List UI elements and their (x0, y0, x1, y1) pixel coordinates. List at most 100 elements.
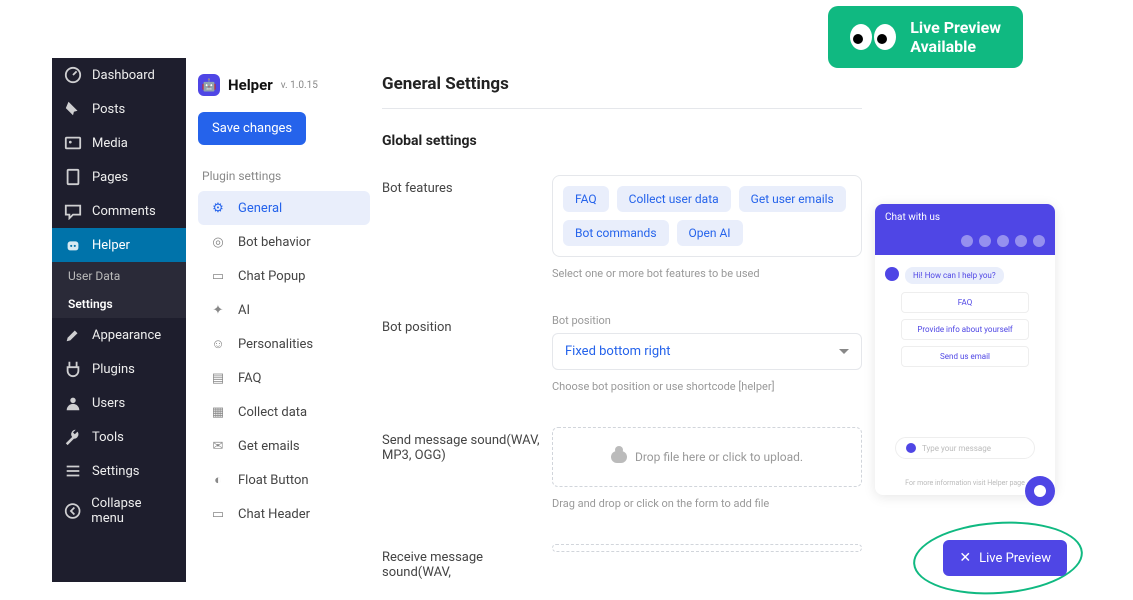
close-icon: ✕ (959, 550, 971, 566)
input-dot-icon (906, 443, 916, 453)
row-recv-sound: Receive message sound(WAV, (382, 544, 862, 580)
help-text: Select one or more bot features to be us… (552, 267, 862, 280)
sidebar-item-comments[interactable]: Comments (52, 194, 186, 228)
sidebar-item-posts[interactable]: Posts (52, 92, 186, 126)
live-preview-badge: Live PreviewAvailable (828, 6, 1023, 68)
plugin-nav-bot-behavior[interactable]: ◎ Bot behavior (198, 225, 370, 259)
plugin-section-heading: Plugin settings (202, 169, 366, 183)
chip-open-ai[interactable]: Open AI (677, 220, 743, 246)
select-value: Fixed bottom right (565, 344, 671, 359)
chat-fab-icon (1034, 485, 1046, 497)
plugin-nav-personalities[interactable]: ☺ Personalities (198, 327, 370, 361)
nav-icon: ▭ (210, 506, 226, 522)
field-label: Bot position (552, 314, 862, 327)
chat-social-row (875, 231, 1055, 255)
sidebar-sub-userdata[interactable]: User Data (52, 262, 186, 290)
user-icon (64, 394, 82, 412)
chat-option-info[interactable]: Provide info about yourself (901, 319, 1029, 340)
sidebar-item-settings[interactable]: Settings (52, 454, 186, 488)
brush-icon (64, 326, 82, 344)
nav-icon: ▦ (210, 404, 226, 420)
sidebar-label: Collapse menu (91, 496, 174, 526)
bot-bubble: Hi! How can I help you? (905, 267, 1004, 284)
bot-position-select[interactable]: Fixed bottom right (552, 333, 862, 370)
sidebar-item-collapse[interactable]: Collapse menu (52, 488, 186, 534)
nav-label: Personalities (238, 337, 313, 352)
collapse-icon (64, 502, 81, 520)
chip-faq[interactable]: FAQ (563, 186, 609, 212)
dashboard-icon (64, 66, 82, 84)
nav-label: Chat Popup (238, 269, 305, 284)
sidebar-label: Settings (92, 464, 139, 479)
sidebar-item-tools[interactable]: Tools (52, 420, 186, 454)
chip-get-user-emails[interactable]: Get user emails (739, 186, 846, 212)
live-preview-button[interactable]: ✕ Live Preview (943, 540, 1067, 576)
social-icon[interactable] (997, 235, 1009, 247)
chat-fab-button[interactable] (1025, 476, 1055, 506)
sidebar-label: Plugins (92, 362, 135, 377)
sidebar-item-dashboard[interactable]: Dashboard (52, 58, 186, 92)
nav-icon: ▭ (210, 268, 226, 284)
row-bot-position: Bot position Bot position Fixed bottom r… (382, 314, 862, 393)
plugin-nav-ai[interactable]: ✦AI (198, 293, 370, 327)
sidebar-label: Comments (92, 204, 156, 219)
chip-collect-user-data[interactable]: Collect user data (617, 186, 731, 212)
sliders-icon (64, 462, 82, 480)
social-icon[interactable] (1015, 235, 1027, 247)
sidebar-item-helper[interactable]: Helper (52, 228, 186, 262)
sidebar-item-media[interactable]: Media (52, 126, 186, 160)
divider (382, 108, 862, 109)
nav-label: Bot behavior (238, 235, 311, 250)
sidebar-label: Pages (92, 170, 128, 185)
social-icon[interactable] (1033, 235, 1045, 247)
plugin-nav-general[interactable]: ⚙General (198, 191, 370, 225)
plug-icon (64, 360, 82, 378)
label-recv-sound: Receive message sound(WAV, (382, 544, 552, 580)
badge-text: Live PreviewAvailable (910, 18, 1001, 56)
chat-option-email[interactable]: Send us email (901, 346, 1029, 367)
sidebar-label: Appearance (92, 328, 161, 343)
pin-icon (64, 100, 82, 118)
bot-icon (64, 236, 82, 254)
sidebar-label: Posts (92, 102, 125, 117)
chevron-down-icon (839, 349, 849, 354)
sidebar-item-appearance[interactable]: Appearance (52, 318, 186, 352)
sidebar-item-pages[interactable]: Pages (52, 160, 186, 194)
chat-body: Hi! How can I help you? FAQ Provide info… (875, 255, 1055, 479)
plugin-header: 🤖 Helper v. 1.0.15 (198, 74, 370, 96)
help-text: Choose bot position or use shortcode [he… (552, 380, 862, 393)
nav-icon: ◎ (210, 234, 226, 250)
send-sound-dropzone[interactable]: Drop file here or click to upload. (552, 427, 862, 487)
nav-label: Chat Header (238, 507, 310, 522)
nav-label: Collect data (238, 405, 307, 420)
chip-bot-commands[interactable]: Bot commands (563, 220, 669, 246)
sidebar-sub-settings[interactable]: Settings (52, 290, 186, 318)
sidebar-label: Dashboard (92, 68, 155, 83)
plugin-nav-collect-data[interactable]: ▦ Collect data (198, 395, 370, 429)
media-icon (64, 134, 82, 152)
nav-icon: ⚙ (210, 200, 226, 216)
help-text: Drag and drop or click on the form to ad… (552, 497, 862, 510)
plugin-nav-chat-header[interactable]: ▭ Chat Header (198, 497, 370, 531)
bot-features-chips[interactable]: FAQ Collect user data Get user emails Bot c… (552, 175, 862, 257)
page-title: General Settings (382, 74, 862, 94)
social-icon[interactable] (961, 235, 973, 247)
chat-option-faq[interactable]: FAQ (901, 292, 1029, 313)
nav-icon: ☺ (210, 336, 226, 352)
social-icon[interactable] (979, 235, 991, 247)
plugin-nav-get-emails[interactable]: ✉Get emails (198, 429, 370, 463)
plugin-settings-panel: 🤖 Helper v. 1.0.15 Save changes Plugin s… (186, 58, 382, 547)
chat-input[interactable]: Type your message (895, 437, 1035, 459)
nav-label: AI (238, 303, 250, 318)
plugin-nav-float-button[interactable]: ◐Float Button (198, 463, 370, 497)
live-preview-wrap: ✕ Live Preview (943, 540, 1067, 576)
recv-sound-dropzone[interactable] (552, 544, 862, 552)
plugin-nav-chat-popup[interactable]: ▭ Chat Popup (198, 259, 370, 293)
sidebar-label: Users (92, 396, 125, 411)
nav-icon: ◐ (210, 472, 226, 488)
sidebar-item-plugins[interactable]: Plugins (52, 352, 186, 386)
sidebar-item-users[interactable]: Users (52, 386, 186, 420)
eyes-icon (850, 24, 896, 50)
save-button[interactable]: Save changes (198, 112, 306, 145)
plugin-nav-faq[interactable]: ▤FAQ (198, 361, 370, 395)
